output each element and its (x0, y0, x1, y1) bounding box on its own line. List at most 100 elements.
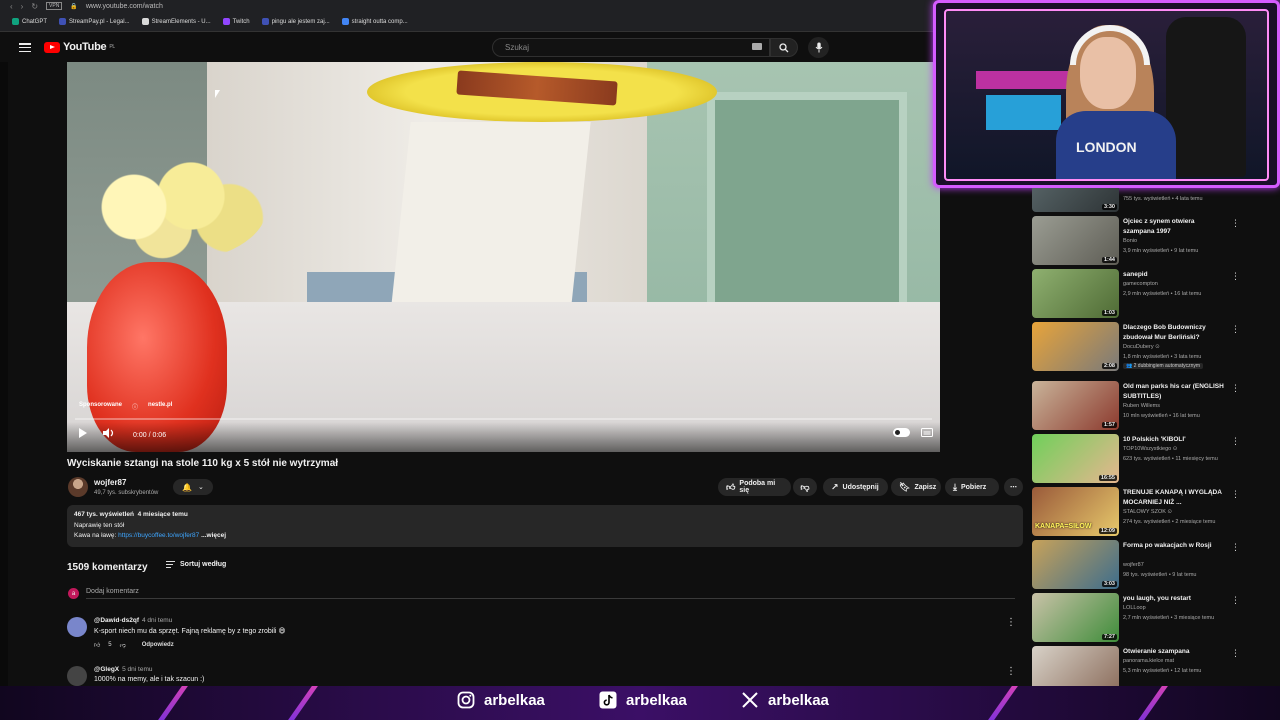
dislike-button[interactable]: 👎︎ (793, 478, 817, 496)
forward-icon[interactable]: › (21, 2, 24, 11)
recommendation-item[interactable]: Otwieranie szampana panorama.kielce mat 5,… (1032, 646, 1246, 686)
recommendation-item[interactable]: 2:08 Dlaczego Bob Budowniczy zbudował Mur… (1032, 322, 1246, 372)
autoplay-toggle[interactable] (893, 428, 910, 437)
menu-icon[interactable] (19, 43, 31, 52)
recommendation-menu-icon[interactable]: ⋮ (1231, 271, 1240, 282)
recommendation-channel[interactable]: TOP10Wszystkiego ⊙ (1123, 446, 1177, 452)
bookmark-item[interactable]: pingu ale jestem zaj... (261, 18, 330, 25)
recommendation-menu-icon[interactable]: ⋮ (1231, 489, 1240, 500)
voice-search-button[interactable] (808, 37, 829, 58)
reload-icon[interactable]: ↻ (31, 2, 38, 11)
channel-avatar[interactable] (68, 477, 88, 497)
video-thumbnail[interactable] (1032, 646, 1119, 686)
recommendation-menu-icon[interactable]: ⋮ (1231, 383, 1240, 394)
recommendation-channel[interactable]: gamecompton (1123, 281, 1158, 287)
comment-time[interactable]: 5 dni temu (122, 666, 152, 673)
comment-time[interactable]: 4 dni temu (142, 617, 172, 624)
recommendation-channel[interactable]: STALOWY SZOK ⊙ (1123, 509, 1172, 515)
comment-avatar[interactable] (67, 666, 87, 686)
recommendation-menu-icon[interactable]: ⋮ (1231, 218, 1240, 229)
recommendation-item[interactable]: 1:44 Ojciec z synem otwiera szampana 1997… (1032, 216, 1246, 266)
recommendation-item[interactable]: 1:03 sanepid gamecompton 2,9 mln wyświetleń… (1032, 269, 1246, 319)
coffee-link[interactable]: https://buycoffee.to/wojfer87 (118, 532, 199, 539)
add-comment-input[interactable]: Dodaj komentarz (86, 588, 1015, 599)
recommendation-menu-icon[interactable]: ⋮ (1231, 436, 1240, 447)
comment-avatar[interactable] (67, 617, 87, 637)
recommendation-title[interactable]: Old man parks his car (ENGLISH SUBTITLES… (1123, 382, 1227, 401)
recommendation-channel[interactable]: LOLLoop (1123, 605, 1146, 611)
keyboard-icon[interactable] (752, 43, 762, 50)
recommendation-item[interactable]: 7:27 you laugh, you restart LOLLoop 2,7 mln… (1032, 593, 1246, 643)
search-input[interactable]: Szukaj (492, 38, 770, 57)
recommendation-menu-icon[interactable]: ⋮ (1231, 324, 1240, 335)
bookmark-item[interactable]: StreamPay.pl - Legal... (59, 18, 130, 25)
thumbs-up-icon[interactable]: 👍︎ (94, 641, 100, 649)
recommendation-title[interactable]: you laugh, you restart (1123, 594, 1227, 604)
recommendation-item[interactable]: 16:55 10 Polskich 'KIBOLI' TOP10Wszystkieg… (1032, 434, 1246, 484)
like-button[interactable]: 👍︎ Podoba mi się (718, 478, 791, 496)
recommendation-item[interactable]: 1:57 Old man parks his car (ENGLISH SUBTI… (1032, 381, 1246, 431)
thumbs-down-icon[interactable]: 👎︎ (120, 641, 126, 649)
download-button[interactable]: ⤓ Pobierz (945, 478, 999, 496)
save-button[interactable]: 🔖︎ Zapisz (891, 478, 941, 496)
share-button[interactable]: ↗ Udostępnij (823, 478, 888, 496)
search-button[interactable] (770, 38, 798, 57)
recommendation-channel[interactable]: DocuDubery ⊙ (1123, 344, 1160, 350)
vpn-badge[interactable]: VPN (46, 2, 63, 10)
recommendation-item[interactable]: KANAPA=SIŁOW 12:09 TRENUJE KANAPĄ I WYGLĄD… (1032, 487, 1246, 537)
comment-author[interactable]: @Dawid-ds2qf 4 dni temu (94, 617, 172, 624)
play-button[interactable] (79, 428, 87, 438)
recommendation-channel[interactable]: wojfer87 (1123, 562, 1144, 568)
progress-bar[interactable] (75, 418, 932, 420)
comment-author[interactable]: @GlegX 5 dni temu (94, 666, 152, 673)
video-thumbnail[interactable]: 16:55 (1032, 434, 1119, 483)
url-field[interactable]: www.youtube.com/watch (86, 3, 163, 10)
subtitles-button[interactable] (921, 428, 933, 437)
video-thumbnail[interactable]: 3:03 (1032, 540, 1119, 589)
youtube-logo[interactable]: YouTube PL (44, 41, 115, 53)
video-thumbnail[interactable]: KANAPA=SIŁOW 12:09 (1032, 487, 1119, 536)
bookmark-item[interactable]: straight outta comp... (341, 18, 408, 25)
recommendation-menu-icon[interactable]: ⋮ (1231, 648, 1240, 659)
video-thumbnail[interactable]: 1:03 (1032, 269, 1119, 318)
volume-button[interactable] (103, 428, 115, 438)
video-thumbnail[interactable]: 1:44 (1032, 216, 1119, 265)
comment-author-name[interactable]: @Dawid-ds2qf (94, 617, 139, 624)
description-box[interactable]: 467 tys. wyświetleń 4 miesiące temu Napr… (67, 505, 1023, 547)
sort-comments-button[interactable]: Sortuj według (166, 561, 226, 568)
more-actions-button[interactable]: ⋯ (1004, 478, 1023, 496)
reply-button[interactable]: Odpowiedz (142, 642, 174, 648)
recommendation-channel[interactable]: Ruben Willems (1123, 403, 1160, 409)
recommendation-channel[interactable]: Bonio (1123, 238, 1137, 244)
show-more-link[interactable]: ...więcej (201, 532, 226, 539)
recommendation-menu-icon[interactable]: ⋮ (1231, 595, 1240, 606)
recommendation-title[interactable]: 10 Polskich 'KIBOLI' (1123, 435, 1227, 445)
sponsor-domain[interactable]: nestle.pl (148, 402, 172, 411)
comment-menu-icon[interactable]: ⋮ (1006, 617, 1016, 628)
notifications-button[interactable]: 🔔 ⌄ (173, 479, 213, 495)
comment-author-name[interactable]: @GlegX (94, 666, 119, 673)
bookmark-item[interactable]: ChatGPT (12, 18, 47, 25)
sponsored-label[interactable]: Sponsorowane ⓘ nestle.pl (79, 402, 172, 411)
recommendation-title[interactable]: Otwieranie szampana (1123, 647, 1227, 657)
video-player[interactable]: Sponsorowane ⓘ nestle.pl 0:00 / 0:06 (67, 62, 940, 452)
recommendation-title[interactable]: Forma po wakacjach w Rosji (1123, 541, 1227, 551)
recommendation-item[interactable]: 3:30 755 tys. wyświetleń • 4 lata temu (1032, 188, 1246, 213)
video-thumbnail[interactable]: 2:08 (1032, 322, 1119, 371)
back-icon[interactable]: ‹ (10, 2, 13, 11)
recommendation-menu-icon[interactable]: ⋮ (1231, 542, 1240, 553)
recommendation-title[interactable]: Dlaczego Bob Budowniczy zbudował Mur Ber… (1123, 323, 1227, 342)
bookmark-item[interactable]: StreamElements - U... (141, 18, 211, 25)
recommendation-channel[interactable]: panorama.kielce mat (1123, 658, 1174, 664)
recommendation-item[interactable]: 3:03 Forma po wakacjach w Rosji wojfer87 98… (1032, 540, 1246, 590)
bookmark-item[interactable]: Twitch (222, 18, 250, 25)
video-thumbnail[interactable]: 7:27 (1032, 593, 1119, 642)
video-thumbnail[interactable]: 3:30 (1032, 188, 1119, 212)
recommendation-title[interactable]: Ojciec z synem otwiera szampana 1997 (1123, 217, 1227, 236)
recommendation-title[interactable]: TRENUJE KANAPĄ I WYGLĄDA MOCARNIEJ NIŻ .… (1123, 488, 1227, 507)
info-icon[interactable]: ⓘ (132, 402, 138, 411)
video-thumbnail[interactable]: 1:57 (1032, 381, 1119, 430)
recommendation-title[interactable]: sanepid (1123, 270, 1227, 280)
comment-menu-icon[interactable]: ⋮ (1006, 666, 1016, 677)
channel-name[interactable]: wojfer87 (94, 478, 126, 487)
